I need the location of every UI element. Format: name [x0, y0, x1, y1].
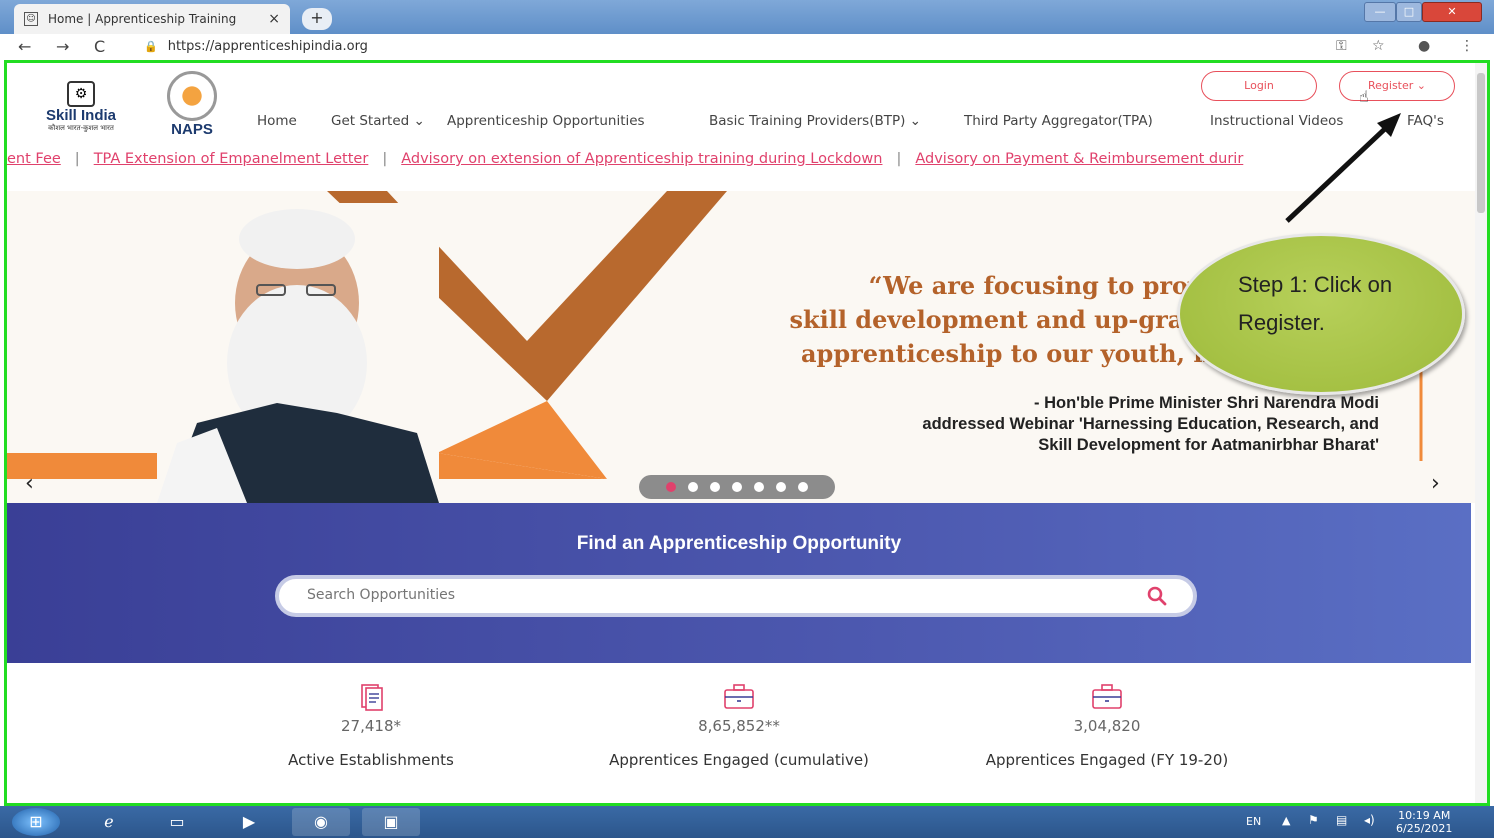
ticker-item[interactable]: Advisory on Payment & Reimbursement duri…: [915, 151, 1243, 167]
stat-label: Apprentices Engaged (FY 19-20): [985, 751, 1229, 769]
ticker-separator: |: [74, 151, 80, 167]
briefcase-icon: [1092, 684, 1122, 709]
carousel-dot[interactable]: [798, 482, 808, 492]
flag-icon[interactable]: ⚑: [1308, 813, 1319, 827]
search-icon[interactable]: [1145, 584, 1169, 608]
stat-apprentices-cumulative: 8,65,852** Apprentices Engaged (cumulati…: [579, 683, 899, 769]
stat-label: Apprentices Engaged (cumulative): [609, 751, 869, 769]
nav-apprenticeship-opportunities[interactable]: Apprenticeship Opportunities: [447, 113, 645, 129]
briefcase-icon: [724, 684, 754, 709]
search-input[interactable]: [307, 587, 1107, 603]
volume-icon[interactable]: ◂): [1364, 813, 1375, 827]
ticker-separator: |: [382, 151, 388, 167]
search-box: [275, 575, 1197, 617]
nav-home[interactable]: Home: [257, 113, 297, 129]
banner-attribution: - Hon'ble Prime Minister Shri Narendra M…: [707, 393, 1379, 456]
news-ticker: ent Fee | TPA Extension of Empanelment Let…: [7, 151, 1487, 177]
start-button-icon[interactable]: ⊞: [12, 808, 60, 836]
tray-expand-icon[interactable]: ▲: [1282, 814, 1290, 827]
carousel-dot[interactable]: [754, 482, 764, 492]
profile-icon[interactable]: ●: [1418, 38, 1430, 54]
skill-india-emblem-icon: ⚙: [67, 81, 95, 107]
browser-tabbar: ☺ Home | Apprenticeship Training × + — □…: [0, 0, 1494, 34]
carousel-dot[interactable]: [710, 482, 720, 492]
search-title: Find an Apprenticeship Opportunity: [576, 533, 902, 554]
carousel-dot[interactable]: [732, 482, 742, 492]
site-favicon-icon: ☺: [24, 12, 38, 26]
skill-india-logo[interactable]: ⚙ Skill India कौशल भारत-कुशल भारत: [33, 81, 129, 133]
menu-icon[interactable]: ⋮: [1460, 38, 1474, 54]
window-minimize-button[interactable]: —: [1364, 2, 1396, 22]
carousel-prev-icon[interactable]: ‹: [25, 471, 34, 496]
prime-minister-portrait: [157, 203, 439, 503]
internet-explorer-icon[interactable]: ℯ: [80, 808, 138, 836]
window-close-button[interactable]: ✕: [1422, 2, 1482, 22]
ticker-separator: |: [896, 151, 902, 167]
clock-time: 10:19 AM: [1398, 809, 1451, 822]
nav-btp[interactable]: Basic Training Providers(BTP) ⌄: [709, 113, 921, 129]
skill-india-tagline: कौशल भारत-कुशल भारत: [48, 124, 114, 132]
ticker-item[interactable]: Advisory on extension of Apprenticeship …: [401, 151, 882, 167]
forward-icon[interactable]: →: [56, 37, 69, 56]
language-indicator[interactable]: EN: [1246, 815, 1261, 828]
search-section: Find an Apprenticeship Opportunity: [7, 503, 1471, 663]
login-button[interactable]: Login: [1201, 71, 1317, 101]
stat-value: 27,418*: [341, 717, 401, 735]
naps-emblem-icon: [167, 71, 217, 121]
stat-value: 8,65,852**: [698, 717, 780, 735]
naps-logo[interactable]: NAPS: [155, 71, 229, 138]
star-icon[interactable]: ☆: [1372, 38, 1385, 54]
page-viewport: ⚙ Skill India कौशल भारत-कुशल भारत NAPS H…: [4, 60, 1490, 806]
page-scrollbar[interactable]: [1475, 63, 1487, 803]
clock-date: 6/25/2021: [1396, 822, 1453, 835]
skill-india-text: Skill India: [45, 107, 117, 124]
carousel-dot[interactable]: [776, 482, 786, 492]
scrollbar-thumb[interactable]: [1477, 73, 1485, 213]
os-taskbar: ⊞ ℯ ▭ ▶ ◉ ▣ EN ▲ ⚑ ▤ ◂) 10:19 AM 6/25/20…: [0, 806, 1494, 838]
key-icon[interactable]: ⚿: [1336, 38, 1347, 54]
lock-icon: 🔒: [144, 40, 158, 53]
stat-value: 3,04,820: [1073, 717, 1141, 735]
browser-tab[interactable]: ☺ Home | Apprenticeship Training ×: [14, 4, 290, 34]
snipping-tool-icon[interactable]: ▣: [362, 808, 420, 836]
nav-tpa[interactable]: Third Party Aggregator(TPA): [964, 113, 1153, 129]
system-clock[interactable]: 10:19 AM 6/25/2021: [1396, 809, 1452, 835]
document-icon: [361, 684, 383, 711]
attribution-line: addressed Webinar 'Harnessing Education,…: [922, 415, 1379, 433]
new-tab-button[interactable]: +: [302, 8, 332, 30]
window-maximize-button[interactable]: □: [1396, 2, 1422, 22]
media-player-icon[interactable]: ▶: [220, 808, 278, 836]
register-button[interactable]: Register ⌄: [1339, 71, 1455, 101]
step-callout: Step 1: Click on Register.: [1177, 233, 1465, 395]
url-text: https://apprenticeshipindia.org: [167, 39, 368, 54]
callout-line: Register.: [1238, 310, 1325, 335]
carousel-dot[interactable]: [666, 482, 676, 492]
tab-close-icon[interactable]: ×: [268, 11, 280, 27]
chrome-icon[interactable]: ◉: [292, 808, 350, 836]
carousel-dot[interactable]: [688, 482, 698, 492]
back-icon[interactable]: ←: [18, 37, 31, 56]
naps-text: NAPS: [171, 121, 213, 138]
reload-icon[interactable]: C: [94, 37, 105, 56]
stat-apprentices-fy: 3,04,820 Apprentices Engaged (FY 19-20): [947, 683, 1267, 769]
ticker-item[interactable]: TPA Extension of Empanelment Letter: [94, 151, 369, 167]
network-icon[interactable]: ▤: [1336, 813, 1347, 827]
address-bar: ← → C 🔒 https://apprenticeshipindia.org ⚿…: [0, 34, 1494, 60]
attribution-line: - Hon'ble Prime Minister Shri Narendra M…: [1034, 394, 1379, 412]
file-explorer-icon[interactable]: ▭: [148, 808, 206, 836]
stat-label: Active Establishments: [288, 751, 454, 769]
callout-line: Step 1: Click on: [1238, 272, 1393, 297]
ticker-item[interactable]: ent Fee: [7, 151, 61, 167]
url-field[interactable]: 🔒 https://apprenticeshipindia.org: [144, 39, 368, 54]
tab-title: Home | Apprenticeship Training: [48, 12, 237, 26]
pointer-arrow-icon: [1285, 113, 1401, 223]
carousel-indicators: [639, 475, 835, 499]
carousel-next-icon[interactable]: ›: [1431, 471, 1440, 496]
attribution-line: Skill Development for Aatmanirbhar Bhara…: [1038, 436, 1379, 454]
stat-active-establishments: 27,418* Active Establishments: [211, 683, 531, 769]
nav-get-started[interactable]: Get Started ⌄: [331, 113, 425, 129]
